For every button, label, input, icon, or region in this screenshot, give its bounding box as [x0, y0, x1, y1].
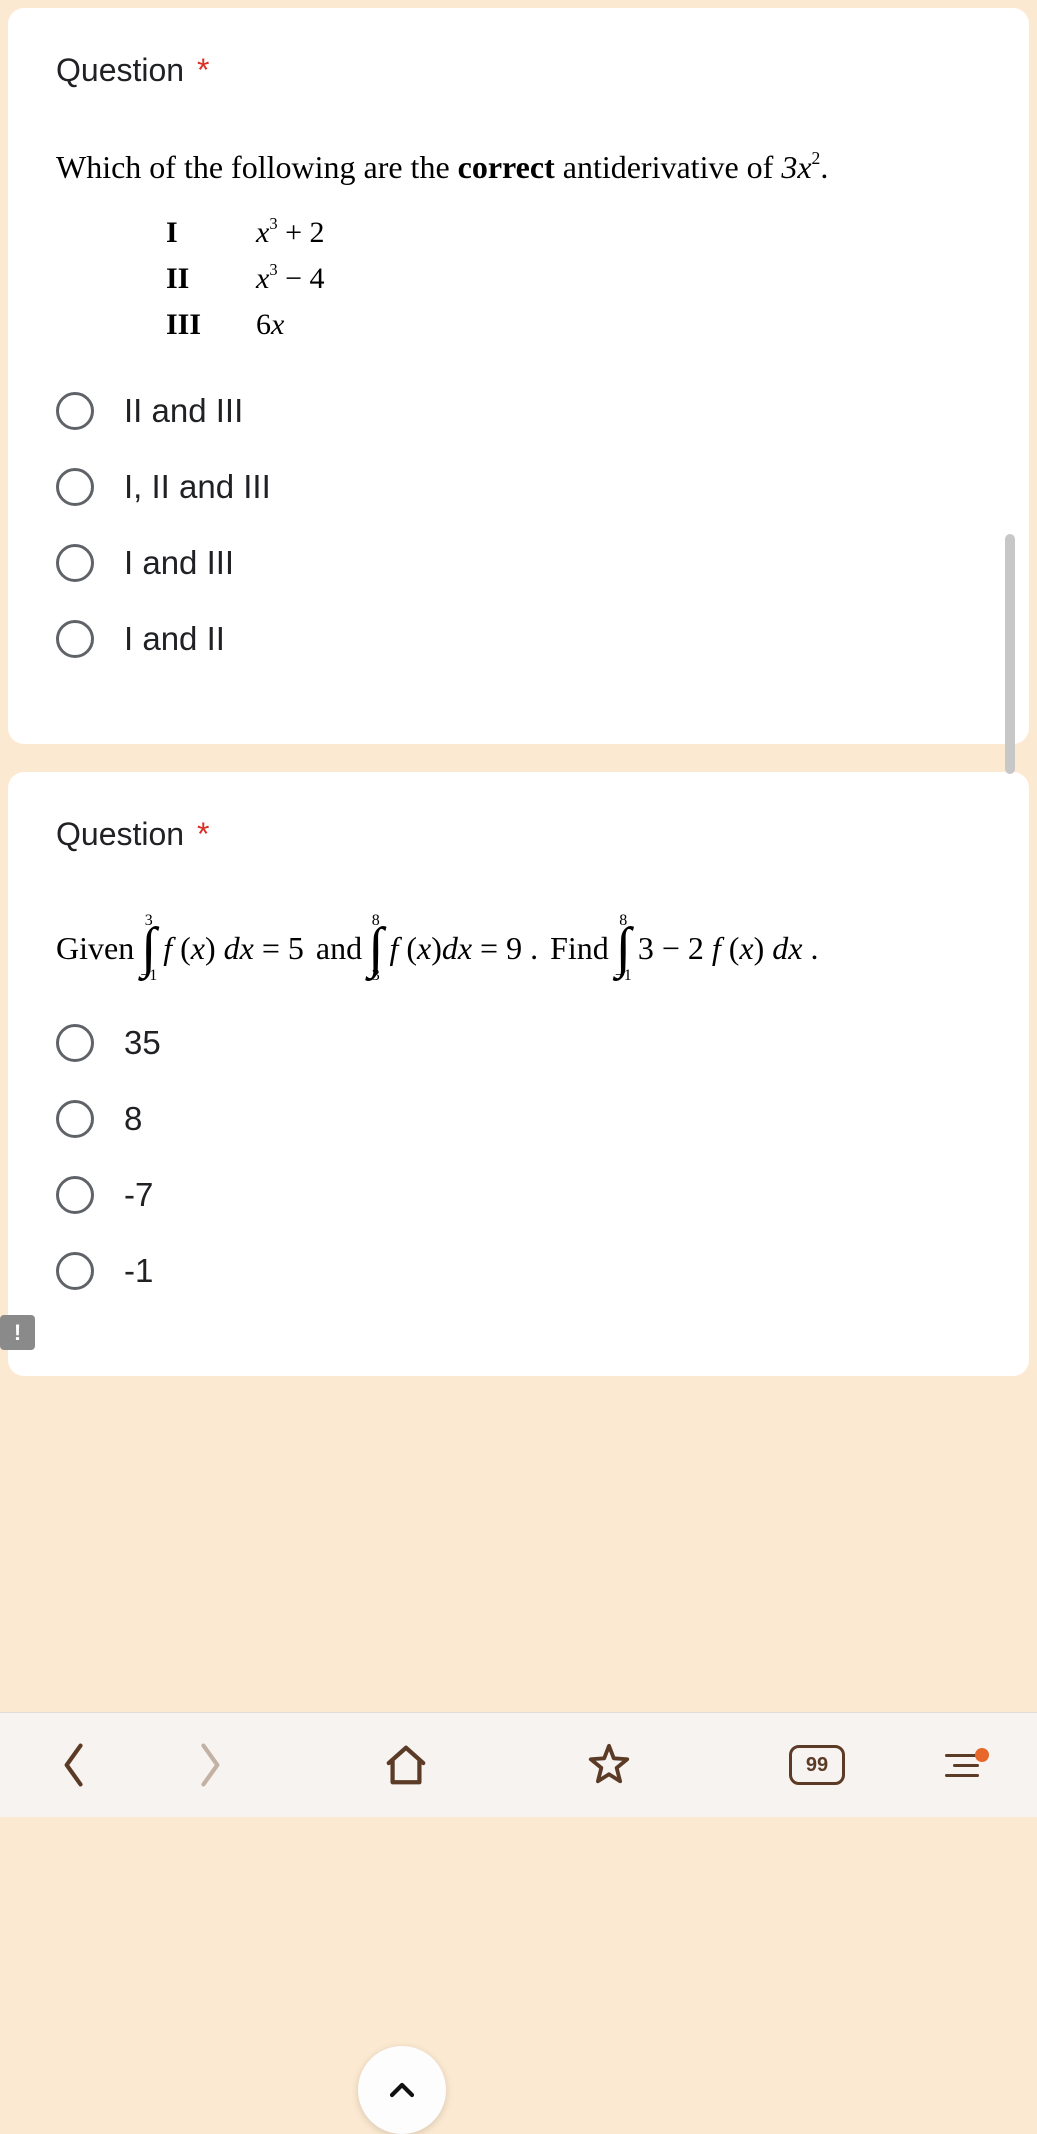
roman-numeral: I — [166, 216, 256, 250]
radio-icon — [56, 544, 94, 582]
int-lower: −1 — [140, 968, 157, 984]
option-4[interactable]: -1 — [56, 1252, 981, 1290]
question-label: Question — [56, 52, 184, 88]
required-asterisk: * — [197, 816, 209, 852]
notification-dot-icon — [975, 1748, 989, 1762]
radio-icon — [56, 1176, 94, 1214]
expr-text: 6x — [256, 308, 284, 341]
integral-icon: ∫ — [141, 929, 156, 968]
prompt-period: . — [820, 149, 828, 185]
option-1[interactable]: II and III — [56, 392, 981, 430]
option-label: I, II and III — [124, 468, 271, 506]
nav-left — [58, 1740, 226, 1790]
scroll-to-top-button[interactable] — [358, 2046, 446, 2134]
roman-options-list: I x3 + 2 II x3 − 4 III 6x — [166, 216, 981, 342]
prompt-post: antiderivative of — [555, 149, 782, 185]
fx-expr-2: f (x)dx = 9 . — [389, 930, 546, 967]
expr-sup: 3 — [269, 214, 277, 233]
question-prompt: Which of the following are the correct a… — [56, 149, 981, 186]
form-container: Question * Which of the following are th… — [0, 0, 1037, 1376]
bang-text: ! — [14, 1320, 21, 1346]
option-2[interactable]: I, II and III — [56, 468, 981, 506]
question-title: Question * — [56, 52, 981, 89]
options-group: 35 8 -7 -1 — [56, 1024, 981, 1290]
integral-symbol-3: 8 ∫ −1 — [615, 913, 632, 984]
expr-sup: 2 — [812, 148, 821, 168]
radio-icon — [56, 1100, 94, 1138]
option-label: -1 — [124, 1252, 153, 1290]
option-2[interactable]: 8 — [56, 1100, 981, 1138]
roman-expression: x3 − 4 — [256, 262, 325, 296]
menu-button[interactable] — [945, 1754, 979, 1777]
expr-base: x — [256, 216, 269, 249]
question-card-2: Question * Given 3 ∫ −1 f (x) dx = 5 and… — [8, 772, 1029, 1376]
tabs-button[interactable]: 99 — [789, 1745, 845, 1785]
expr-base: 3x — [781, 149, 811, 185]
and-text: and — [316, 930, 362, 967]
forward-button[interactable] — [192, 1740, 226, 1790]
browser-bottom-nav: 99 — [0, 1712, 1037, 1817]
find-text: Find — [550, 930, 609, 967]
home-icon — [383, 1742, 429, 1788]
option-1[interactable]: 35 — [56, 1024, 981, 1062]
question-title: Question * — [56, 816, 981, 853]
radio-icon — [56, 620, 94, 658]
radio-icon — [56, 392, 94, 430]
question-label: Question — [56, 816, 184, 852]
required-asterisk: * — [197, 52, 209, 88]
tabs-count: 99 — [806, 1754, 828, 1777]
given-text: Given — [56, 930, 134, 967]
fx-expr-3: 3 − 2 f (x) dx . — [638, 930, 819, 967]
chevron-left-icon — [58, 1740, 92, 1790]
scrollbar-track[interactable] — [1005, 446, 1015, 966]
int-lower: −1 — [615, 968, 632, 984]
option-3[interactable]: -7 — [56, 1176, 981, 1214]
nav-right: 99 — [789, 1745, 979, 1785]
radio-icon — [56, 1024, 94, 1062]
bookmark-button[interactable] — [586, 1742, 632, 1788]
option-label: 8 — [124, 1100, 142, 1138]
integral-icon: ∫ — [368, 929, 383, 968]
scrollbar-thumb[interactable] — [1005, 534, 1015, 774]
integral-symbol-2: 8 ∫ 3 — [368, 913, 383, 984]
option-label: I and III — [124, 544, 234, 582]
roman-row-1: I x3 + 2 — [166, 216, 981, 250]
expr-sup: 3 — [269, 260, 277, 279]
option-4[interactable]: I and II — [56, 620, 981, 658]
expr-rest: + 2 — [278, 216, 325, 249]
roman-expression: x3 + 2 — [256, 216, 325, 250]
options-group: II and III I, II and III I and III I and… — [56, 392, 981, 658]
roman-numeral: III — [166, 308, 256, 342]
fx-expr-1: f (x) dx = 5 — [163, 930, 312, 967]
menu-icon — [945, 1754, 979, 1777]
option-label: II and III — [124, 392, 243, 430]
prompt-pre: Which of the following are the — [56, 149, 458, 185]
roman-row-3: III 6x — [166, 308, 981, 342]
chevron-up-icon — [382, 2070, 422, 2110]
option-label: I and II — [124, 620, 225, 658]
prompt-expression: 3x2 — [781, 149, 820, 185]
option-label: 35 — [124, 1024, 161, 1062]
question-prompt: Given 3 ∫ −1 f (x) dx = 5 and 8 ∫ 3 f (x… — [56, 913, 981, 984]
option-3[interactable]: I and III — [56, 544, 981, 582]
radio-icon — [56, 468, 94, 506]
expr-base: x — [256, 262, 269, 295]
radio-icon — [56, 1252, 94, 1290]
chevron-right-icon — [192, 1740, 226, 1790]
back-button[interactable] — [58, 1740, 92, 1790]
int-lower: 3 — [372, 968, 380, 984]
integral-icon: ∫ — [616, 929, 631, 968]
option-label: -7 — [124, 1176, 153, 1214]
question-card-1: Question * Which of the following are th… — [8, 8, 1029, 744]
home-button[interactable] — [383, 1742, 429, 1788]
roman-numeral: II — [166, 262, 256, 296]
roman-expression: 6x — [256, 308, 284, 342]
alert-badge[interactable]: ! — [0, 1315, 35, 1350]
integral-symbol-1: 3 ∫ −1 — [140, 913, 157, 984]
star-icon — [586, 1742, 632, 1788]
expr-rest: − 4 — [278, 262, 325, 295]
prompt-bold: correct — [458, 149, 555, 185]
roman-row-2: II x3 − 4 — [166, 262, 981, 296]
